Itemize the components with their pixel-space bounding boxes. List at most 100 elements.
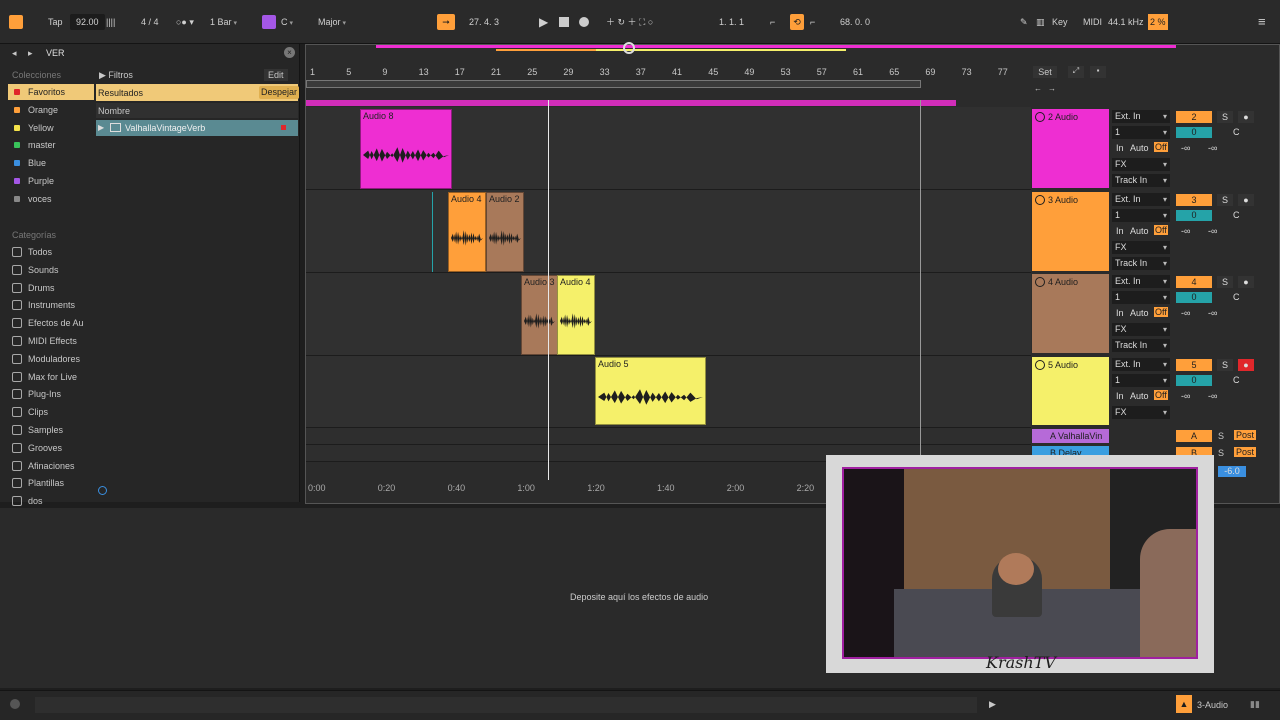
- collection-item[interactable]: Yellow: [8, 120, 94, 136]
- track-warning-icon[interactable]: ▲: [1176, 695, 1192, 713]
- bar-number[interactable]: 13: [419, 67, 429, 77]
- collection-item[interactable]: master: [8, 137, 94, 153]
- scale-icon[interactable]: [262, 15, 276, 29]
- search-input[interactable]: VER: [46, 48, 65, 58]
- monitor-off-button[interactable]: Off: [1154, 390, 1168, 400]
- monitor-auto-button[interactable]: Auto: [1130, 143, 1149, 153]
- time-signature[interactable]: 4 / 4: [141, 14, 159, 30]
- bar-number[interactable]: 65: [889, 67, 899, 77]
- audio-clip[interactable]: Audio 3: [521, 275, 558, 355]
- input-channel-select[interactable]: 1: [1112, 209, 1170, 222]
- send-a-field[interactable]: -∞: [1181, 308, 1190, 318]
- post-button[interactable]: Post: [1234, 430, 1257, 440]
- category-item[interactable]: Drums: [8, 280, 94, 296]
- bar-number[interactable]: 33: [600, 67, 610, 77]
- view-toggle-icon[interactable]: [9, 15, 23, 29]
- output-channel-select[interactable]: Track In: [1112, 339, 1170, 352]
- pan-field[interactable]: C: [1233, 375, 1240, 385]
- category-item[interactable]: Sounds: [8, 262, 94, 278]
- category-item[interactable]: Moduladores: [8, 351, 94, 367]
- time-marker[interactable]: 1:20: [587, 483, 605, 493]
- solo-button[interactable]: S: [1217, 276, 1233, 288]
- bar-number[interactable]: 77: [998, 67, 1008, 77]
- input-type-select[interactable]: Ext. In: [1112, 110, 1170, 123]
- tempo-field[interactable]: 92.00: [70, 14, 105, 30]
- key-map-button[interactable]: Key: [1052, 14, 1068, 30]
- bar-number[interactable]: 9: [382, 67, 387, 77]
- play-icon[interactable]: ▶: [539, 14, 548, 30]
- time-marker[interactable]: 1:00: [517, 483, 535, 493]
- collection-item[interactable]: Orange: [8, 102, 94, 118]
- input-type-select[interactable]: Ext. In: [1112, 275, 1170, 288]
- input-type-select[interactable]: Ext. In: [1112, 193, 1170, 206]
- stop-icon[interactable]: [559, 17, 569, 27]
- category-item[interactable]: Plug-Ins: [8, 386, 94, 402]
- loop-brace[interactable]: [306, 80, 921, 88]
- overdub-icon[interactable]: ＋ ↻ ＋ ⛶ ○: [606, 14, 653, 30]
- back-arrow-icon[interactable]: ◂: [12, 48, 17, 59]
- track-name[interactable]: 4 Audio: [1048, 277, 1078, 287]
- loop-length[interactable]: 68. 0. 0: [840, 14, 870, 30]
- time-marker[interactable]: 0:00: [308, 483, 326, 493]
- follow-button[interactable]: ➞: [437, 14, 455, 30]
- metronome-dot-icon[interactable]: ○● ▾: [176, 14, 194, 30]
- track-lane-3[interactable]: [306, 190, 1031, 273]
- arm-button[interactable]: ●: [1238, 194, 1254, 206]
- pan-field[interactable]: C: [1233, 292, 1240, 302]
- bar-number[interactable]: 69: [925, 67, 935, 77]
- collection-item[interactable]: Favoritos: [8, 84, 94, 100]
- track-activator[interactable]: 5: [1176, 359, 1212, 371]
- category-item[interactable]: Todos: [8, 244, 94, 260]
- bar-number[interactable]: 5: [346, 67, 351, 77]
- send-b-field[interactable]: -∞: [1208, 226, 1217, 236]
- bar-number[interactable]: 1: [310, 67, 315, 77]
- output-select[interactable]: FX: [1112, 406, 1170, 419]
- midi-map-button[interactable]: MIDI: [1083, 14, 1102, 30]
- return-track-name[interactable]: A ValhallaVin: [1050, 431, 1102, 441]
- output-select[interactable]: FX: [1112, 323, 1170, 336]
- expand-icon[interactable]: ⤢: [1068, 66, 1084, 78]
- category-item[interactable]: Max for Live: [8, 369, 94, 385]
- time-marker[interactable]: 2:20: [797, 483, 815, 493]
- key-select[interactable]: C: [281, 14, 311, 30]
- audio-clip[interactable]: Audio 5: [595, 357, 706, 425]
- solo-button[interactable]: S: [1218, 431, 1224, 441]
- bar-number[interactable]: 73: [962, 67, 972, 77]
- track-lane-4[interactable]: [306, 273, 1031, 356]
- input-channel-select[interactable]: 1: [1112, 291, 1170, 304]
- time-marker[interactable]: 0:40: [448, 483, 466, 493]
- tap-button[interactable]: Tap: [48, 14, 63, 30]
- post-button[interactable]: Post: [1234, 447, 1257, 457]
- collection-item[interactable]: Purple: [8, 173, 94, 189]
- return-letter[interactable]: A: [1176, 430, 1212, 442]
- monitor-in-button[interactable]: In: [1116, 226, 1124, 236]
- input-type-select[interactable]: Ext. In: [1112, 358, 1170, 371]
- time-marker[interactable]: 0:20: [378, 483, 396, 493]
- browser-info-icon[interactable]: [98, 486, 107, 495]
- fold-arrow-icon[interactable]: [1035, 277, 1045, 287]
- return-lane-a[interactable]: [306, 428, 1031, 445]
- monitor-in-button[interactable]: In: [1116, 143, 1124, 153]
- next-locator-icon[interactable]: →: [1048, 84, 1056, 93]
- pan-field[interactable]: C: [1233, 210, 1240, 220]
- clear-search-icon[interactable]: ×: [284, 47, 295, 58]
- track-activator[interactable]: 4: [1176, 276, 1212, 288]
- menu-icon[interactable]: ≡: [1258, 14, 1266, 30]
- edit-button[interactable]: Edit: [264, 69, 288, 81]
- audio-clip[interactable]: Audio 8: [360, 109, 452, 189]
- clear-button[interactable]: Despejar: [259, 86, 300, 99]
- output-channel-select[interactable]: Track In: [1112, 174, 1170, 187]
- send-b-field[interactable]: -∞: [1208, 143, 1217, 153]
- zoom-icon[interactable]: [623, 42, 635, 54]
- solo-button[interactable]: S: [1217, 111, 1233, 123]
- send-a-field[interactable]: -∞: [1181, 391, 1190, 401]
- bar-number[interactable]: 37: [636, 67, 646, 77]
- pan-field[interactable]: C: [1233, 127, 1240, 137]
- draw-mode-icon[interactable]: ✎: [1020, 14, 1028, 30]
- track-activator[interactable]: 2: [1176, 111, 1212, 123]
- collection-item[interactable]: Blue: [8, 155, 94, 171]
- punch-in-icon[interactable]: ⌐: [770, 14, 775, 30]
- monitor-in-button[interactable]: In: [1116, 391, 1124, 401]
- fold-arrow-icon[interactable]: [1035, 195, 1045, 205]
- collection-item[interactable]: voces: [8, 191, 94, 207]
